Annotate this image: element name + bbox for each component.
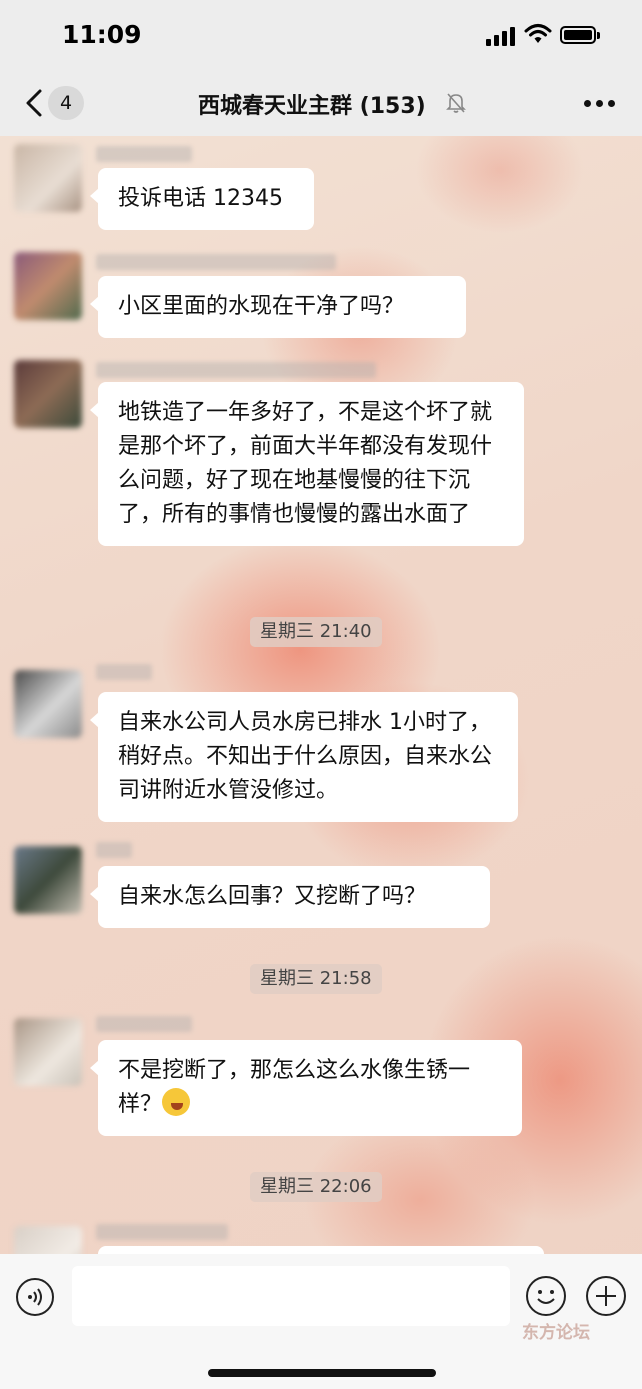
sender-name — [96, 1016, 192, 1032]
bell-muted-icon — [446, 93, 466, 113]
plus-icon[interactable] — [586, 1276, 626, 1316]
home-indicator[interactable] — [208, 1369, 436, 1377]
chevron-left-icon[interactable] — [20, 86, 50, 120]
message-bubble[interactable]: 自来水怎么回事？又挖断了吗？ — [90, 866, 490, 928]
sender-name — [96, 664, 152, 680]
message-text: 投诉电话 12345 — [118, 186, 283, 211]
avatar[interactable] — [14, 360, 82, 428]
message-input[interactable] — [72, 1266, 510, 1326]
avatar[interactable] — [14, 252, 82, 320]
more-dots-icon[interactable] — [584, 100, 616, 108]
avatar[interactable] — [14, 846, 82, 914]
avatar[interactable] — [14, 670, 82, 738]
avatar[interactable] — [14, 144, 82, 212]
message-bubble[interactable]: 地铁造了一年多好了，不是这个坏了就是那个坏了，前面大半年都没有发现什么问题，好了… — [90, 382, 524, 546]
timestamp-label: 星期三 21:58 — [250, 964, 382, 994]
avatar[interactable] — [14, 1018, 82, 1086]
message-text: 小区里面的水现在干净了吗？ — [118, 294, 405, 319]
message-bubble[interactable]: 投诉电话 12345 — [90, 168, 314, 230]
wifi-icon — [524, 24, 552, 43]
smiley-icon[interactable] — [526, 1276, 566, 1316]
status-time: 11:09 — [62, 20, 142, 49]
watermark: 东方论坛 — [522, 1323, 590, 1343]
message-bubble[interactable]: 自来水公司人员水房已排水 1小时了，稍好点。不知出于什么原因，自来水公司讲附近水… — [90, 692, 518, 822]
timestamp-label: 星期三 21:40 — [250, 617, 382, 647]
message-text: 地铁造了一年多好了，不是这个坏了就是那个坏了，前面大半年都没有发现什么问题，好了… — [118, 400, 493, 527]
chat-title: 西城春天业主群 (153) — [198, 94, 426, 119]
sender-name — [96, 254, 336, 270]
sender-name — [96, 362, 376, 378]
message-text: 自来水公司人员水房已排水 1小时了，稍好点。不知出于什么原因，自来水公司讲附近水… — [118, 710, 493, 803]
cellular-signal-icon — [486, 26, 516, 46]
laughing-tears-emoji-icon — [162, 1088, 191, 1116]
message-bubble[interactable]: 不是挖断了，那怎么这么水像生锈一样？ — [90, 1040, 522, 1136]
unread-count-badge[interactable]: 4 — [48, 86, 84, 120]
message-text: 自来水怎么回事？又挖断了吗？ — [118, 884, 427, 909]
sender-name — [96, 842, 132, 858]
voice-icon[interactable] — [16, 1278, 54, 1316]
message-bubble[interactable]: 小区里面的水现在干净了吗？ — [90, 276, 466, 338]
nav-bar: 4 西城春天业主群 (153) — [0, 70, 642, 136]
timestamp-label: 星期三 22:06 — [250, 1172, 382, 1202]
sender-name — [96, 1224, 228, 1240]
battery-icon — [560, 26, 600, 44]
status-bar: 11:09 — [0, 0, 642, 70]
sender-name — [96, 146, 192, 162]
